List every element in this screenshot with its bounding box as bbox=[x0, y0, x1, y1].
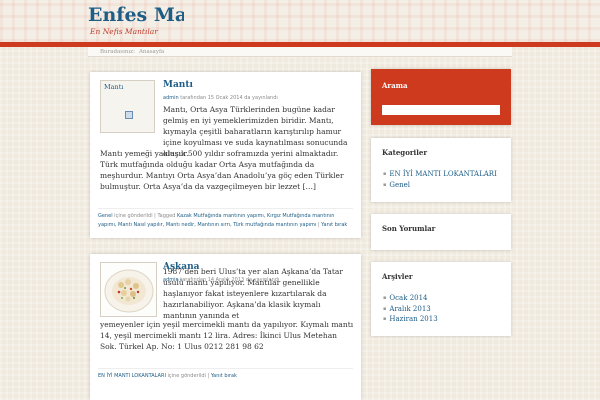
post-footer: EN İYİ MANTI LOKANTALARI içine gönderild… bbox=[98, 368, 353, 381]
archives-list: Ocak 2014 Aralık 2013 Haziran 2013 bbox=[383, 293, 438, 325]
archive-item[interactable]: Aralık 2013 bbox=[383, 304, 438, 315]
archive-item[interactable]: Haziran 2013 bbox=[383, 314, 437, 325]
post-title[interactable]: Mantı bbox=[163, 80, 193, 90]
recent-comments-widget-title: Son Yorumlar bbox=[382, 224, 436, 233]
post-excerpt-bottom: Mantı yemeği yaklaşık 500 yıldır soframı… bbox=[100, 149, 344, 191]
post-meta: admin tarafından 15 Ocak 2014 da yayınla… bbox=[163, 95, 278, 101]
categories-widget: Kategoriler EN İYİ MANTI LOKANTALARI Gen… bbox=[371, 138, 511, 202]
breadcrumb-prefix: Buradasınız: bbox=[100, 49, 135, 55]
breadcrumb-current[interactable]: Anasayfa bbox=[139, 49, 164, 55]
post-category-link[interactable]: Genel bbox=[98, 213, 113, 219]
search-widget: Arama bbox=[371, 69, 511, 125]
post-footer-text: içine gönderildi | Tagged bbox=[112, 213, 177, 219]
site-title[interactable]: Enfes Mantı bbox=[88, 4, 184, 26]
archives-widget-title: Arşivler bbox=[382, 272, 413, 281]
post-askana: Aşkana admin tarafından 14 Aralık 2013 d… bbox=[90, 254, 361, 400]
post-footer-text: içine gönderildi | bbox=[165, 373, 211, 379]
post-footer: Genel içine gönderildi | Tagged Kazak Mu… bbox=[98, 208, 353, 230]
manti-plate-image bbox=[104, 269, 154, 313]
reply-link[interactable]: Yanıt bırak bbox=[321, 222, 347, 228]
categories-widget-title: Kategoriler bbox=[382, 148, 428, 157]
reply-link[interactable]: Yanıt bırak bbox=[211, 373, 237, 379]
recent-comments-widget: Son Yorumlar bbox=[371, 214, 511, 250]
category-item[interactable]: EN İYİ MANTI LOKANTALARI bbox=[383, 169, 496, 180]
archives-widget: Arşivler Ocak 2014 Aralık 2013 Haziran 2… bbox=[371, 262, 511, 336]
site-description: En Nefis Mantılar bbox=[90, 27, 158, 36]
post-excerpt-top: 1987’den beri Ulus’ta yer alan Aşkana’da… bbox=[163, 267, 343, 320]
post-excerpt-bottom: yemeyenler için yeşil mercimekli mantı d… bbox=[100, 320, 354, 351]
post-date-text: tarafından 15 Ocak 2014 da yayınlandı bbox=[178, 95, 278, 101]
broken-image-icon bbox=[125, 111, 133, 119]
search-widget-title: Arama bbox=[382, 81, 408, 90]
search-input[interactable] bbox=[382, 105, 500, 115]
category-item[interactable]: Genel bbox=[383, 180, 497, 191]
post-category-link[interactable]: EN İYİ MANTI LOKANTALARI bbox=[98, 373, 166, 379]
site-header: Enfes Mantı En Nefis Mantılar bbox=[0, 0, 600, 42]
archive-item[interactable]: Ocak 2014 bbox=[383, 293, 438, 304]
post-author-link[interactable]: admin bbox=[163, 95, 179, 101]
post-thumbnail[interactable]: Mantı bbox=[100, 80, 155, 133]
categories-list: EN İYİ MANTI LOKANTALARI Genel bbox=[383, 169, 497, 191]
breadcrumb: Buradasınız: Anasayfa bbox=[88, 47, 512, 57]
post-thumbnail[interactable] bbox=[100, 262, 157, 317]
post-manti: Mantı Mantı admin tarafından 15 Ocak 201… bbox=[90, 72, 361, 238]
thumbnail-alt-text: Mantı bbox=[104, 83, 124, 91]
